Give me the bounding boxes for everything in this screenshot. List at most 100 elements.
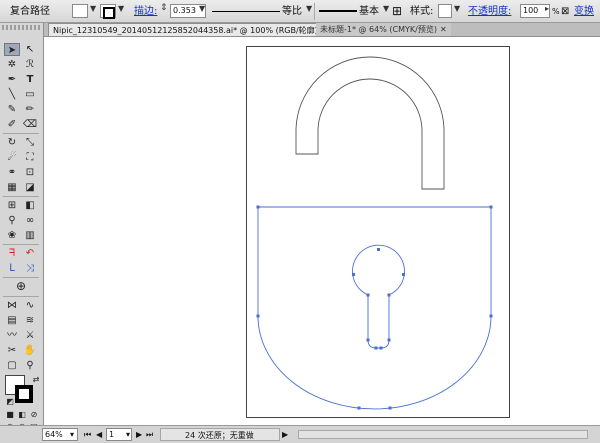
stroke-weight-dropdown-icon[interactable]: ▼ <box>199 4 205 13</box>
default-colors-icon[interactable]: ◩ <box>2 395 18 408</box>
swap-fill-stroke-icon[interactable]: ⇄ <box>28 373 44 386</box>
blend-tool-icon[interactable]: ∞ <box>22 214 38 227</box>
anchor-points <box>256 205 493 410</box>
artboard-dropdown-icon[interactable]: ▾ <box>126 428 130 441</box>
zoom-dropdown-icon[interactable]: ▾ <box>70 428 74 441</box>
close-icon[interactable]: ✕ <box>440 25 447 34</box>
anchor-point[interactable] <box>357 406 361 410</box>
anchor-point[interactable] <box>366 338 370 342</box>
fill-swatch[interactable] <box>72 4 88 18</box>
canvas-area[interactable] <box>44 37 600 425</box>
symbol-sprayer-icon[interactable]: ❀ <box>4 229 20 242</box>
brush-dropdown-icon[interactable]: ▼ <box>383 4 389 13</box>
magic-wand-icon[interactable]: ✲ <box>4 58 20 71</box>
anchor-point[interactable] <box>387 293 391 297</box>
line-tool-icon[interactable]: ╲ <box>4 88 20 101</box>
live-paint-icon[interactable]: ⊡ <box>22 166 38 179</box>
status-menu-icon[interactable]: ▶ <box>282 428 288 441</box>
free-transform-icon[interactable]: ⛶ <box>22 151 38 164</box>
opacity-link[interactable]: 不透明度: <box>468 0 511 23</box>
type-tool-icon[interactable]: T <box>22 73 38 86</box>
scale-tool-icon[interactable]: ⤡ <box>22 136 38 149</box>
stroke-swatch[interactable] <box>100 4 116 19</box>
shackle-outline[interactable] <box>295 56 445 190</box>
column-graph-icon[interactable]: ▥ <box>22 229 38 242</box>
grid-icon[interactable]: ⊞ <box>392 0 402 23</box>
eraser-icon[interactable]: ⌫ <box>22 118 38 131</box>
width-tool-icon[interactable]: ≋ <box>22 314 38 327</box>
anchor-point[interactable] <box>366 293 370 297</box>
style-swatch[interactable] <box>438 4 452 18</box>
separator <box>314 3 315 20</box>
anchor-point[interactable] <box>352 273 355 276</box>
anchor-point[interactable] <box>256 205 260 209</box>
gradient-tool-icon[interactable]: ◧ <box>22 199 38 212</box>
last-artboard-icon[interactable]: ⏭ <box>146 428 153 441</box>
zoom-tool-icon[interactable]: ⚲ <box>22 359 38 372</box>
opacity-dropdown-icon[interactable]: ▸ <box>545 4 549 13</box>
lock-body-path[interactable] <box>257 206 492 410</box>
anchor-point[interactable] <box>489 205 493 209</box>
stroke-swatch-icon <box>103 7 115 19</box>
slice-tool-icon[interactable]: ∿ <box>22 299 38 312</box>
knife-tool-icon[interactable]: ⚔ <box>22 329 38 342</box>
brush-label: 基本 <box>359 6 379 17</box>
tools-divider <box>3 196 39 197</box>
anchor-point[interactable] <box>388 406 392 410</box>
shape-builder-icon[interactable]: ⚭ <box>4 166 20 179</box>
perspective-grid-icon[interactable]: ▦ <box>4 181 20 194</box>
curve-icon[interactable]: ↶ <box>22 247 38 260</box>
graph-tool-icon[interactable]: ▤ <box>4 314 20 327</box>
warp-tool-icon[interactable]: ☄ <box>4 151 20 164</box>
blob-brush-icon[interactable]: ✐ <box>4 118 20 131</box>
scissors-icon[interactable]: ✂ <box>4 344 20 357</box>
print-tiling-icon[interactable]: ▢ <box>4 359 20 372</box>
panel-grip[interactable] <box>2 25 40 30</box>
artboard-tool-icon[interactable]: ⋈ <box>4 299 20 312</box>
pencil-icon[interactable]: ✏ <box>22 103 38 116</box>
selection-tool-icon[interactable]: ➤ <box>4 43 20 56</box>
next-artboard-icon[interactable]: ▶ <box>136 428 142 441</box>
stroke-link[interactable]: 描边: <box>134 0 157 23</box>
tab-document-2[interactable]: 未标题-1* @ 64% (CMYK/预览) ✕ <box>316 23 451 36</box>
keyhole-path[interactable] <box>352 244 405 349</box>
path-icon[interactable]: ᒪ <box>4 262 20 275</box>
stroke-stepper-icon[interactable]: ⇕ <box>160 3 168 13</box>
variable-width-line <box>212 11 280 12</box>
pen-tool-icon[interactable]: ✒ <box>4 73 20 86</box>
tab-document-1[interactable]: Nipic_12310549_20140512125852044358.ai* … <box>48 23 333 36</box>
anchor-point[interactable] <box>489 314 493 318</box>
mesh-tool-icon[interactable]: ⊞ <box>4 199 20 212</box>
prev-artboard-icon[interactable]: ◀ <box>96 428 102 441</box>
style-label: 样式: <box>410 6 434 17</box>
anchor-convert-icon[interactable]: ᖷ <box>4 247 20 260</box>
style-dropdown-icon[interactable]: ▼ <box>454 4 460 13</box>
anchor-point[interactable] <box>377 248 380 251</box>
connector-icon[interactable]: ⤨ <box>22 262 38 275</box>
transform-icon[interactable]: ⊠ <box>561 0 569 23</box>
hand-tool-icon[interactable]: ✋ <box>22 344 38 357</box>
transform-link[interactable]: 变换 <box>574 0 594 23</box>
rectangle-tool-icon[interactable]: ▭ <box>22 88 38 101</box>
tab-label: Nipic_12310549_20140512125852044358.ai* … <box>53 26 318 35</box>
first-artboard-icon[interactable]: ⏮ <box>84 428 91 441</box>
paintbrush-icon[interactable]: ✎ <box>4 103 20 116</box>
profile-dropdown-icon[interactable]: ▼ <box>306 4 312 13</box>
lock-artwork <box>256 56 493 410</box>
crosshair-icon[interactable]: ⊕ <box>13 280 29 293</box>
anchor-point[interactable] <box>374 346 378 350</box>
horizontal-scrollbar[interactable] <box>298 430 588 439</box>
fill-dropdown-icon[interactable]: ▼ <box>90 4 96 13</box>
anchor-point[interactable] <box>256 314 260 318</box>
opacity-unit: % <box>552 7 560 16</box>
anchor-point[interactable] <box>379 346 383 350</box>
perspective-selection-icon[interactable]: ◪ <box>22 181 38 194</box>
direct-selection-tool-icon[interactable]: ↖ <box>22 43 38 56</box>
anchor-point[interactable] <box>402 273 405 276</box>
rotate-tool-icon[interactable]: ↻ <box>4 136 20 149</box>
stroke-color-dropdown-icon[interactable]: ▼ <box>118 4 124 13</box>
wave-tool-icon[interactable]: 〰 <box>4 329 20 342</box>
anchor-point[interactable] <box>387 338 391 342</box>
lasso-icon[interactable]: ℛ <box>22 58 38 71</box>
eyedropper-icon[interactable]: ⚲ <box>4 214 20 227</box>
